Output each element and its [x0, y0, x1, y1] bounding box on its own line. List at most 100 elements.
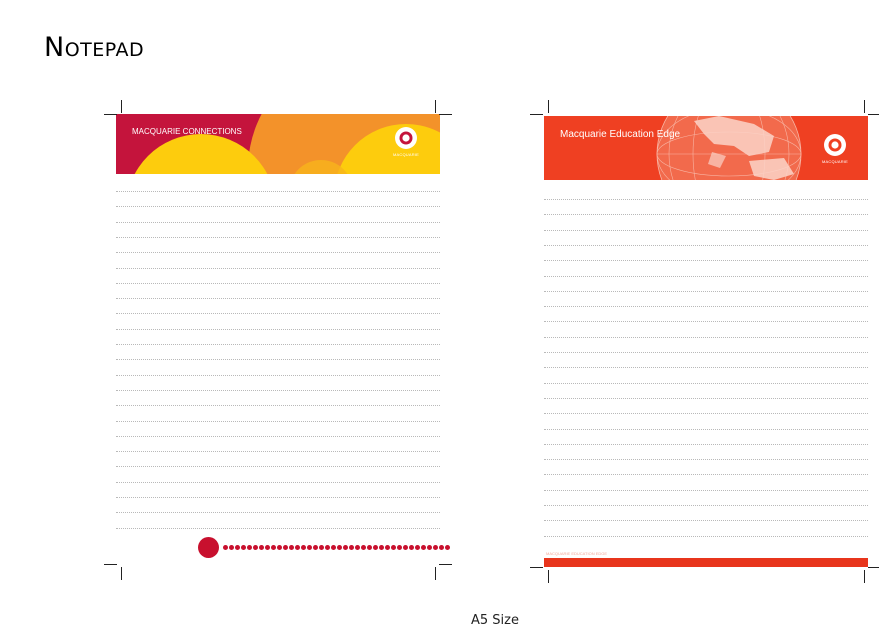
- left-notepad: MACQUARIE CONNECTIONS MACQUARIE: [116, 114, 440, 564]
- ruled-line: [544, 306, 868, 308]
- footer-dot: [403, 545, 408, 550]
- ruled-line: [116, 405, 440, 407]
- ruled-line: [116, 527, 440, 529]
- footer-dot: [397, 545, 402, 550]
- right-ruled-lines: [544, 116, 868, 568]
- ruled-line: [544, 459, 868, 461]
- ruled-line: [116, 344, 440, 345]
- ruled-line: [544, 520, 868, 522]
- footer-dot: [409, 545, 414, 550]
- ruled-line: [544, 352, 868, 353]
- crop-mark: [435, 100, 436, 113]
- crop-mark: [864, 100, 865, 113]
- ruled-line: [544, 199, 868, 200]
- footer-dot: [391, 545, 396, 550]
- footer-dot: [355, 545, 360, 550]
- footer-dot: [343, 545, 348, 550]
- footer-dot: [385, 545, 390, 550]
- right-footer-bar: [544, 558, 868, 567]
- footer-dot: [229, 545, 234, 550]
- footer-dot: [367, 545, 372, 550]
- crop-mark: [530, 114, 543, 115]
- ruled-line: [544, 260, 868, 262]
- left-footer-big-dot: [198, 537, 219, 558]
- ruled-line: [116, 298, 440, 300]
- footer-dot: [247, 545, 252, 550]
- footer-dot: [379, 545, 384, 550]
- footer-dot: [277, 545, 282, 550]
- footer-dot: [373, 545, 378, 550]
- ruled-line: [116, 328, 440, 330]
- ruled-line: [116, 512, 440, 514]
- footer-dot: [301, 545, 306, 550]
- footer-dot: [253, 545, 258, 550]
- footer-dot: [235, 545, 240, 550]
- footer-dot: [307, 545, 312, 550]
- footer-dot: [433, 545, 438, 550]
- footer-dot: [445, 545, 450, 550]
- footer-dot: [241, 545, 246, 550]
- ruled-line: [544, 382, 868, 384]
- footer-dot: [361, 545, 366, 550]
- crop-mark: [548, 570, 549, 583]
- page-title: Notepad: [44, 32, 145, 63]
- crop-mark: [439, 564, 452, 565]
- ruled-line: [544, 413, 868, 415]
- footer-dot: [337, 545, 342, 550]
- footer-dot: [331, 545, 336, 550]
- ruled-line: [116, 313, 440, 315]
- crop-mark: [439, 114, 452, 115]
- crop-mark: [530, 567, 543, 568]
- ruled-line: [116, 236, 440, 238]
- crop-mark: [121, 100, 122, 113]
- footer-dot: [415, 545, 420, 550]
- footer-dot: [289, 545, 294, 550]
- right-footer-text: MACQUARIE EDUCATION EDGE: [546, 551, 608, 556]
- ruled-line: [116, 420, 440, 422]
- ruled-line: [544, 336, 868, 338]
- ruled-line: [544, 428, 868, 430]
- ruled-line: [116, 221, 440, 223]
- crop-mark: [868, 567, 879, 568]
- footer-dot: [313, 545, 318, 550]
- footer-dot: [325, 545, 330, 550]
- ruled-line: [544, 290, 868, 292]
- crop-mark: [864, 570, 865, 583]
- ruled-line: [116, 466, 440, 468]
- ruled-line: [544, 244, 868, 246]
- footer-dot: [259, 545, 264, 550]
- ruled-line: [116, 451, 440, 453]
- ruled-line: [116, 252, 440, 254]
- ruled-line: [116, 191, 440, 192]
- ruled-line: [116, 389, 440, 391]
- ruled-line: [544, 505, 868, 506]
- crop-mark: [104, 114, 117, 115]
- ruled-line: [116, 359, 440, 361]
- crop-mark: [868, 114, 879, 115]
- ruled-line: [116, 267, 440, 269]
- right-notepad: Macquarie Education Edge MACQUARIE MACQU…: [544, 116, 868, 568]
- ruled-line: [116, 206, 440, 208]
- footer-dot: [271, 545, 276, 550]
- ruled-line: [116, 481, 440, 483]
- left-footer-dots: [197, 536, 457, 560]
- ruled-line: [544, 367, 868, 369]
- footer-dot: [421, 545, 426, 550]
- ruled-line: [544, 275, 868, 277]
- page-caption: A5 Size: [471, 613, 519, 628]
- ruled-line: [116, 282, 440, 284]
- footer-dot: [223, 545, 228, 550]
- footer-dot: [295, 545, 300, 550]
- footer-dot: [349, 545, 354, 550]
- ruled-line: [544, 397, 868, 399]
- crop-mark: [435, 567, 436, 580]
- ruled-line: [544, 214, 868, 216]
- ruled-line: [544, 321, 868, 323]
- footer-dot: [283, 545, 288, 550]
- ruled-line: [116, 435, 440, 437]
- ruled-line: [116, 497, 440, 498]
- footer-dot: [427, 545, 432, 550]
- footer-dot: [439, 545, 444, 550]
- ruled-line: [544, 443, 868, 445]
- crop-mark: [121, 567, 122, 580]
